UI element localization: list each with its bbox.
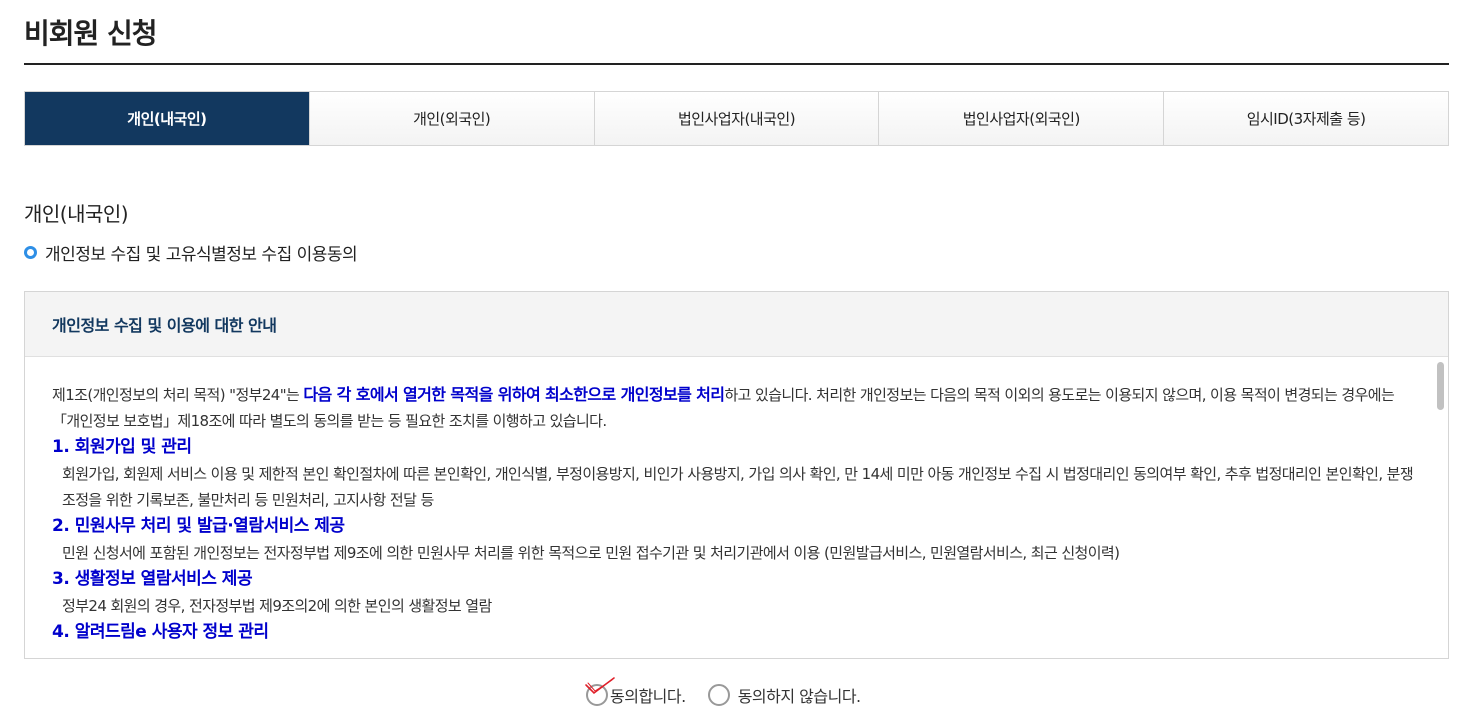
notice-body[interactable]: 제1조(개인정보의 처리 목적) "정부24"는 다음 각 호에서 열거한 목적… [25,358,1448,658]
consent-subtitle-text: 개인정보 수집 및 고유식별정보 수집 이용동의 [45,245,358,265]
notice-item-text: 민원 신청서에 포함된 개인정보는 전자정부법 제9조에 의한 민원사무 처리를… [62,544,1120,562]
member-type-tabs: 개인(내국인) 개인(외국인) 법인사업자(내국인) 법인사업자(외국인) 임시… [24,91,1449,146]
agree-label[interactable]: 동의합니다. [610,683,686,707]
notice-header: 개인정보 수집 및 이용에 대한 안내 [25,292,1448,357]
tab-domestic-business[interactable]: 법인사업자(내국인) [593,92,879,145]
section-title: 개인(내국인) [24,202,129,226]
tab-foreign-business[interactable]: 법인사업자(외국인) [878,92,1164,145]
page-title: 비회원 신청 [24,17,158,50]
consent-subtitle: 개인정보 수집 및 고유식별정보 수집 이용동의 [24,240,358,265]
red-check-mark-icon [585,677,615,695]
privacy-notice-box: 개인정보 수집 및 이용에 대한 안내 제1조(개인정보의 처리 목적) "정부… [24,291,1449,659]
notice-scrollbar[interactable] [1435,358,1446,658]
notice-intro-highlight: 다음 각 호에서 열거한 목적을 위하여 최소한으로 개인정보를 처리 [303,385,725,404]
notice-item-text: 정부24 회원의 경우, 전자정부법 제9조의2에 의한 본인의 생활정보 열람 [62,597,492,615]
notice-item-head: 4. 알려드림e 사용자 정보 관리 [52,622,269,642]
disagree-label[interactable]: 동의하지 않습니다. [738,683,861,707]
tab-temporary-id[interactable]: 임시ID(3자제출 등) [1163,92,1448,145]
ring-bullet-icon [24,246,37,259]
notice-item-head: 3. 생활정보 열람서비스 제공 [52,569,253,589]
notice-item-text: 회원가입, 회원제 서비스 이용 및 제한적 본인 확인절차에 따른 본인확인,… [62,465,1414,509]
scrollbar-thumb[interactable] [1437,362,1444,410]
notice-item-head: 1. 회원가입 및 관리 [52,437,192,457]
tab-foreign-individual[interactable]: 개인(외국인) [308,92,594,145]
agree-radio[interactable] [585,677,615,706]
notice-intro: 제1조(개인정보의 처리 목적) "정부24"는 다음 각 호에서 열거한 목적… [52,385,1395,430]
consent-options: 동의합니다. 동의하지 않습니다. [585,677,883,707]
title-divider [24,63,1449,65]
tab-domestic-individual[interactable]: 개인(내국인) [25,92,309,145]
notice-item-head: 2. 민원사무 처리 및 발급·열람서비스 제공 [52,516,345,536]
disagree-radio[interactable] [707,684,730,706]
